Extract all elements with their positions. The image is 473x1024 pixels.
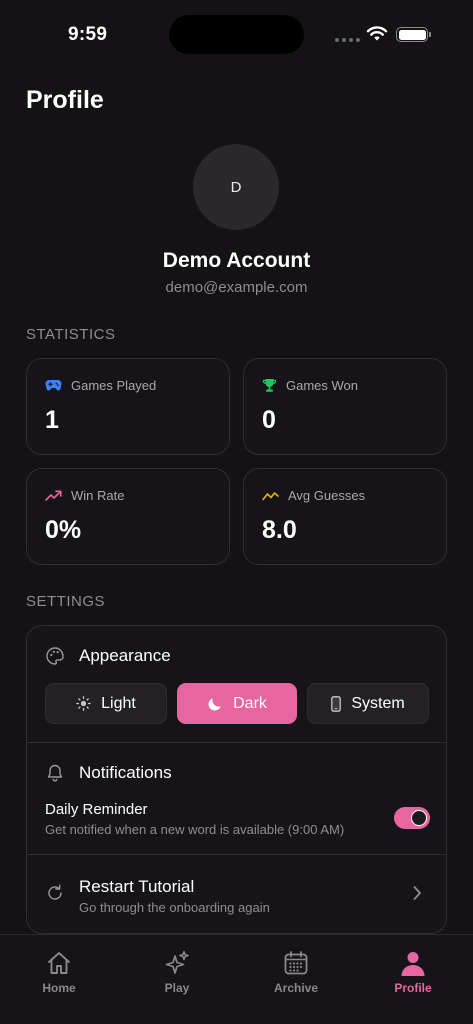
person-icon xyxy=(401,952,425,976)
daily-reminder-toggle[interactable] xyxy=(394,807,430,829)
tab-archive[interactable]: Archive xyxy=(256,949,336,995)
avatar-initial: D xyxy=(230,178,242,196)
user-email: demo@example.com xyxy=(165,279,308,296)
status-bar: 9:59 xyxy=(0,0,473,70)
appearance-option-label: Light xyxy=(101,694,136,712)
palette-icon xyxy=(46,647,64,665)
stat-value: 0% xyxy=(45,516,82,544)
page-title: Profile xyxy=(26,86,104,114)
dynamic-island xyxy=(169,15,304,54)
user-name: Demo Account xyxy=(162,249,311,272)
chevron-right-icon xyxy=(413,886,421,900)
settings-section-label: SETTINGS xyxy=(26,593,106,610)
stat-label: Win Rate xyxy=(71,488,125,503)
restart-tutorial-subtitle: Go through the onboarding again xyxy=(79,900,270,915)
chart-line-icon xyxy=(262,492,279,501)
stat-label: Avg Guesses xyxy=(288,488,366,503)
stat-label: Games Played xyxy=(71,378,157,393)
tab-label: Home xyxy=(42,981,76,995)
status-time: 9:59 xyxy=(68,24,108,45)
wifi-icon xyxy=(366,26,388,41)
statistics-section-label: STATISTICS xyxy=(26,326,116,343)
notifications-title: Notifications xyxy=(79,763,172,782)
tab-home[interactable]: Home xyxy=(19,949,99,995)
divider xyxy=(27,742,446,743)
refresh-icon xyxy=(48,884,62,900)
stat-card-avg-guesses: Avg Guesses 8.0 xyxy=(243,468,447,565)
calendar-icon xyxy=(284,951,308,975)
appearance-option-dark[interactable]: Dark xyxy=(177,683,297,724)
appearance-option-label: System xyxy=(351,694,405,712)
phone-icon xyxy=(331,695,342,712)
stat-label: Games Won xyxy=(286,378,359,393)
stat-card-win-rate: Win Rate 0% xyxy=(26,468,230,565)
avatar[interactable]: D xyxy=(193,144,279,230)
tab-profile[interactable]: Profile xyxy=(373,949,453,995)
home-icon xyxy=(48,952,70,974)
daily-reminder-title: Daily Reminder xyxy=(45,801,148,818)
stat-value: 1 xyxy=(45,406,59,434)
appearance-header: Appearance xyxy=(45,646,171,666)
sun-icon xyxy=(76,696,91,711)
tab-label: Archive xyxy=(273,981,319,995)
moon-icon xyxy=(208,697,221,710)
settings-card: Appearance Light Dark System Notificatio… xyxy=(26,625,447,934)
appearance-option-light[interactable]: Light xyxy=(45,683,167,724)
tab-label: Profile xyxy=(394,981,432,995)
tab-label: Play xyxy=(164,981,190,995)
daily-reminder-subtitle: Get notified when a new word is availabl… xyxy=(45,822,345,837)
stat-value: 0 xyxy=(262,406,276,434)
signal-icon xyxy=(335,38,360,42)
appearance-title: Appearance xyxy=(79,646,171,665)
tab-bar: Home Play Archive Profile xyxy=(0,934,473,1024)
stat-card-games-played: Games Played 1 xyxy=(26,358,230,455)
stat-card-games-won: Games Won 0 xyxy=(243,358,447,455)
tab-play[interactable]: Play xyxy=(137,949,217,995)
notifications-header: Notifications xyxy=(45,763,172,783)
bell-icon xyxy=(47,764,63,782)
sparkles-icon xyxy=(165,950,189,974)
battery-icon xyxy=(396,27,431,42)
appearance-option-label: Dark xyxy=(233,694,267,712)
trending-up-icon xyxy=(45,490,62,501)
gamepad-icon xyxy=(45,380,62,391)
trophy-icon xyxy=(262,379,277,392)
appearance-option-system[interactable]: System xyxy=(307,683,429,724)
restart-tutorial-title: Restart Tutorial xyxy=(79,877,195,896)
stat-value: 8.0 xyxy=(262,516,297,544)
